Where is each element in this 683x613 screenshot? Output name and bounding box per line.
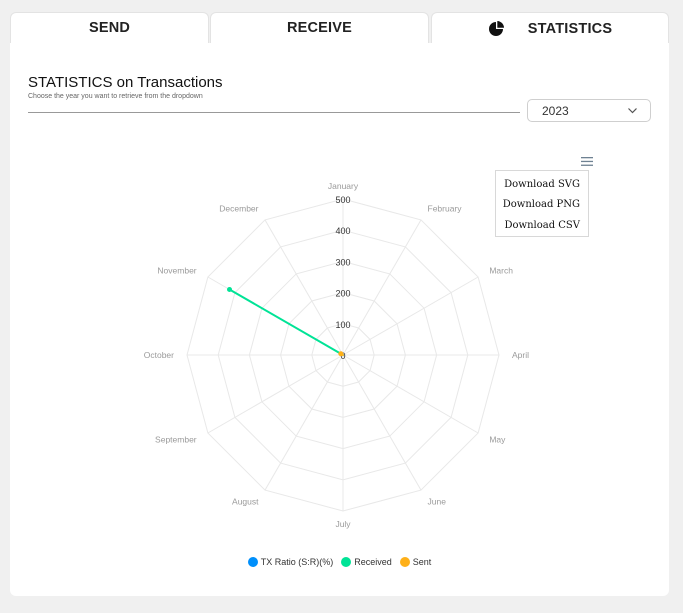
legend-marker — [399, 557, 410, 567]
category-label: July — [335, 519, 351, 529]
tab-receive[interactable]: RECEIVE — [210, 12, 429, 43]
statistics-panel: STATISTICS on Transactions Choose the ye… — [10, 43, 669, 596]
legend-marker — [247, 557, 258, 567]
pie-chart-icon — [488, 21, 504, 36]
download-svg-item[interactable]: Download SVG — [504, 179, 580, 190]
legend-item-sent[interactable]: Sent — [399, 557, 432, 567]
download-png-item[interactable]: Download PNG — [503, 199, 580, 210]
radial-tick-label: 400 — [335, 226, 350, 236]
legend-item-received[interactable]: Received — [341, 557, 392, 567]
category-label: September — [155, 435, 197, 445]
series-point[interactable] — [338, 351, 344, 357]
radial-tick-label: 100 — [335, 320, 350, 330]
legend-label: Received — [354, 557, 392, 567]
category-label: October — [144, 350, 174, 360]
category-label: May — [489, 435, 506, 445]
category-label: November — [157, 266, 196, 276]
tab-send[interactable]: SEND — [10, 12, 209, 43]
chart-legend: TX Ratio (S:R)(%) Received Sent — [10, 557, 669, 567]
category-label: January — [328, 181, 359, 191]
legend-item-tx-ratio[interactable]: TX Ratio (S:R)(%) — [247, 557, 334, 567]
radial-tick-label: 200 — [335, 289, 350, 299]
category-label: June — [428, 496, 447, 506]
radial-tick-label: 500 — [335, 195, 350, 205]
legend-marker — [341, 557, 352, 567]
tab-receive-label: RECEIVE — [286, 20, 353, 36]
category-label: April — [512, 350, 529, 360]
series-point[interactable] — [227, 286, 233, 292]
legend-label: Sent — [412, 557, 432, 567]
category-label: December — [219, 204, 258, 214]
download-csv-item[interactable]: Download CSV — [504, 220, 580, 231]
tab-send-label: SEND — [88, 20, 131, 36]
tab-statistics-label: STATISTICS — [527, 21, 613, 37]
tab-bar: SEND RECEIVE STATISTICS — [10, 12, 669, 45]
category-label: February — [428, 204, 463, 214]
tab-statistics[interactable]: STATISTICS — [431, 12, 669, 45]
export-menu: Download SVG Download PNG Download CSV — [495, 170, 589, 237]
legend-label: TX Ratio (S:R)(%) — [260, 557, 334, 567]
hamburger-menu-icon[interactable] — [580, 156, 594, 167]
radar-chart: 0100200300400500 JanuaryFebruaryMarchApr… — [144, 181, 529, 529]
series-shape — [228, 288, 344, 356]
category-label: March — [489, 266, 513, 276]
radial-tick-label: 300 — [335, 257, 350, 267]
category-label: August — [232, 496, 259, 506]
